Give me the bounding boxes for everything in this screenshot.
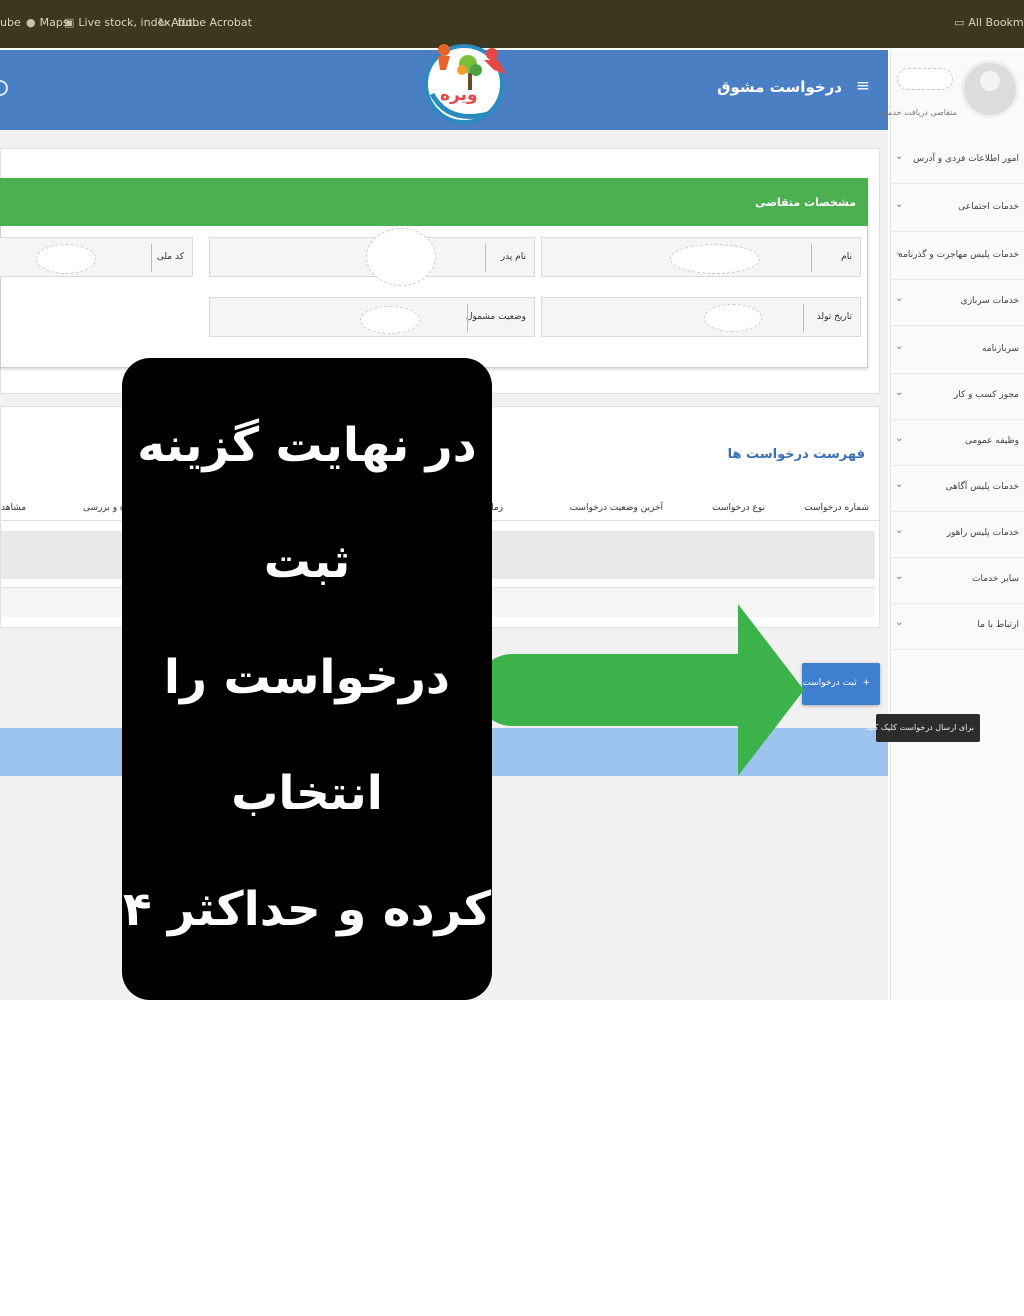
caption-line: دهید [255, 1230, 359, 1285]
page-title: درخواست مشوق [717, 78, 842, 96]
submit-request-button[interactable]: + ثبت درخواست [802, 663, 880, 705]
caption-line: مشوق را درخواست [193, 998, 421, 1169]
bookmark-item[interactable]: ↻ Adobe Acrobat [158, 16, 252, 29]
national-code-field: کد ملی [0, 237, 193, 277]
chevron-down-icon: ⌄ [895, 199, 904, 210]
column-header: مشاهد [1, 503, 27, 513]
incentive-status-field: وضعیت مشمول [209, 297, 535, 337]
chevron-down-icon: ⌄ [895, 525, 904, 536]
birth-date-field: تاریخ تولد [541, 297, 861, 337]
requests-list-title: فهرست درخواست ها [727, 447, 865, 462]
map-pin-icon: ● [26, 16, 36, 29]
plus-icon: + [862, 678, 870, 688]
folder-icon: ▭ [954, 16, 965, 29]
sidebar-item-duty[interactable]: وظیفه عمومی ⌄ [891, 420, 1024, 466]
refresh-icon: ↻ [158, 16, 168, 29]
column-header: شماره درخواست [804, 503, 869, 513]
profile-panel: متقاضی دریافت خدمات [878, 50, 1024, 136]
section-title: مشخصات متقاضی [755, 196, 856, 209]
sidebar: متقاضی دریافت خدمات امور اطلاعات فردی و … [878, 50, 1024, 1000]
column-header: نوع درخواست [712, 503, 765, 513]
chevron-down-icon: ⌄ [895, 571, 904, 582]
sidebar-item-social[interactable]: خدمات اجتماعی ⌄ [891, 186, 1024, 232]
info-icon[interactable] [0, 80, 8, 96]
chevron-down-icon: ⌄ [895, 247, 904, 258]
redacted-value [366, 228, 436, 286]
instruction-caption: در نهایت گزینه ثبت درخواست را انتخاب کرد… [122, 358, 492, 1285]
chevron-down-icon: ⌄ [895, 387, 904, 398]
avatar [961, 60, 1019, 118]
sidebar-item-soldier[interactable]: سربازنامه ⌄ [891, 328, 1024, 374]
chevron-down-icon: ⌄ [895, 433, 904, 444]
chevron-down-icon: ⌄ [895, 151, 904, 162]
bookmark-item[interactable]: ● Maps [26, 16, 69, 29]
name-field: نام [541, 237, 861, 277]
caption-line: در نهایت گزینه ثبت [137, 418, 477, 589]
column-header: آخرین وضعیت درخواست [569, 503, 663, 513]
sidebar-item-personal-info[interactable]: امور اطلاعات فردی و آدرس ⌄ [891, 138, 1024, 184]
chevron-down-icon: ⌄ [895, 341, 904, 352]
applicant-details-header: مشخصات متقاضی [0, 178, 868, 226]
redacted-value [360, 306, 420, 334]
caption-line: درخواست را انتخاب [163, 650, 451, 821]
chevron-down-icon: ⌄ [895, 293, 904, 304]
tv-icon: ▣ [64, 16, 75, 29]
arrow-right-icon [484, 604, 804, 776]
redacted-value [670, 244, 760, 274]
site-logo: ویره [424, 44, 506, 124]
profile-name-redacted [897, 68, 953, 90]
chevron-down-icon: ⌄ [895, 479, 904, 490]
caption-line: کرده و حداکثر ۴ [122, 882, 492, 937]
profile-subtitle: متقاضی دریافت خدمات [878, 108, 957, 117]
sidebar-item-contact[interactable]: ارتباط با ما ⌄ [891, 604, 1024, 650]
sidebar-item-traffic[interactable]: خدمات پلیس راهور ⌄ [891, 512, 1024, 558]
logo-text: ویره [440, 85, 478, 105]
father-name-field: نام پدر [209, 228, 535, 286]
redacted-value [704, 304, 762, 332]
tooltip: برای ارسال درخواست کلیک کنید [866, 714, 980, 742]
sidebar-item-military[interactable]: خدمات سربازی ⌄ [891, 280, 1024, 326]
hamburger-icon[interactable]: ≡ [856, 76, 870, 96]
sidebar-item-detective[interactable]: خدمات پلیس آگاهی ⌄ [891, 466, 1024, 512]
sidebar-item-other[interactable]: سایر خدمات ⌄ [891, 558, 1024, 604]
sidebar-item-immigration[interactable]: خدمات پلیس مهاجرت و گذرنامه ⌄ [891, 234, 1024, 280]
bookmark-item[interactable]: ube [0, 16, 21, 29]
column-header: زما [491, 503, 503, 513]
chevron-down-icon: ⌄ [895, 617, 904, 628]
sidebar-item-business[interactable]: مجوز کسب و کار ⌄ [891, 374, 1024, 420]
redacted-value [36, 244, 96, 274]
all-bookmarks-button[interactable]: ▭All Bookmarks [954, 16, 1024, 29]
